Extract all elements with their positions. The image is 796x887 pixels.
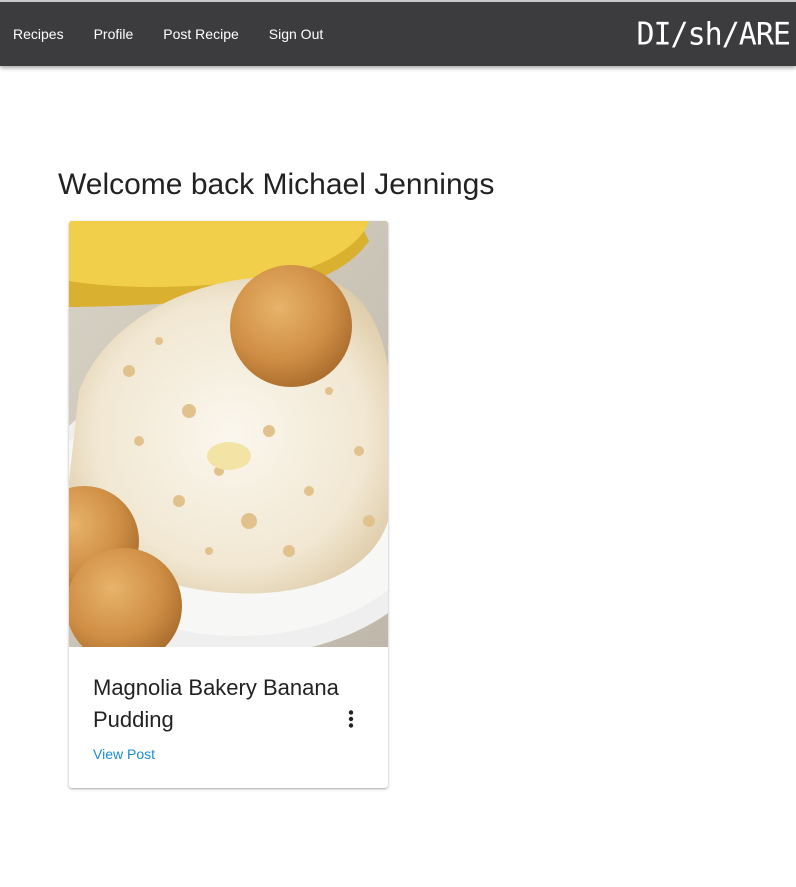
- more-vert-icon: [348, 710, 354, 728]
- more-options-button[interactable]: [337, 705, 365, 733]
- dishare-logo[interactable]: DI/sh/ARE: [636, 16, 791, 54]
- top-navigation-bar: Recipes Profile Post Recipe Sign Out DI/…: [0, 0, 796, 66]
- nav-profile-link[interactable]: Profile: [94, 26, 134, 42]
- recipe-card: Magnolia Bakery Banana Pudding View Post: [69, 221, 388, 788]
- main-nav: Recipes Profile Post Recipe Sign Out: [13, 26, 323, 42]
- recipe-image[interactable]: [69, 221, 388, 647]
- nav-recipes-link[interactable]: Recipes: [13, 26, 64, 42]
- banana-pudding-photo: [69, 221, 388, 647]
- view-post-link[interactable]: View Post: [93, 746, 155, 762]
- recipe-title: Magnolia Bakery Banana Pudding: [93, 675, 339, 732]
- welcome-heading: Welcome back Michael Jennings: [58, 168, 495, 201]
- nav-post-recipe-link[interactable]: Post Recipe: [163, 26, 238, 42]
- nav-sign-out-link[interactable]: Sign Out: [269, 26, 323, 42]
